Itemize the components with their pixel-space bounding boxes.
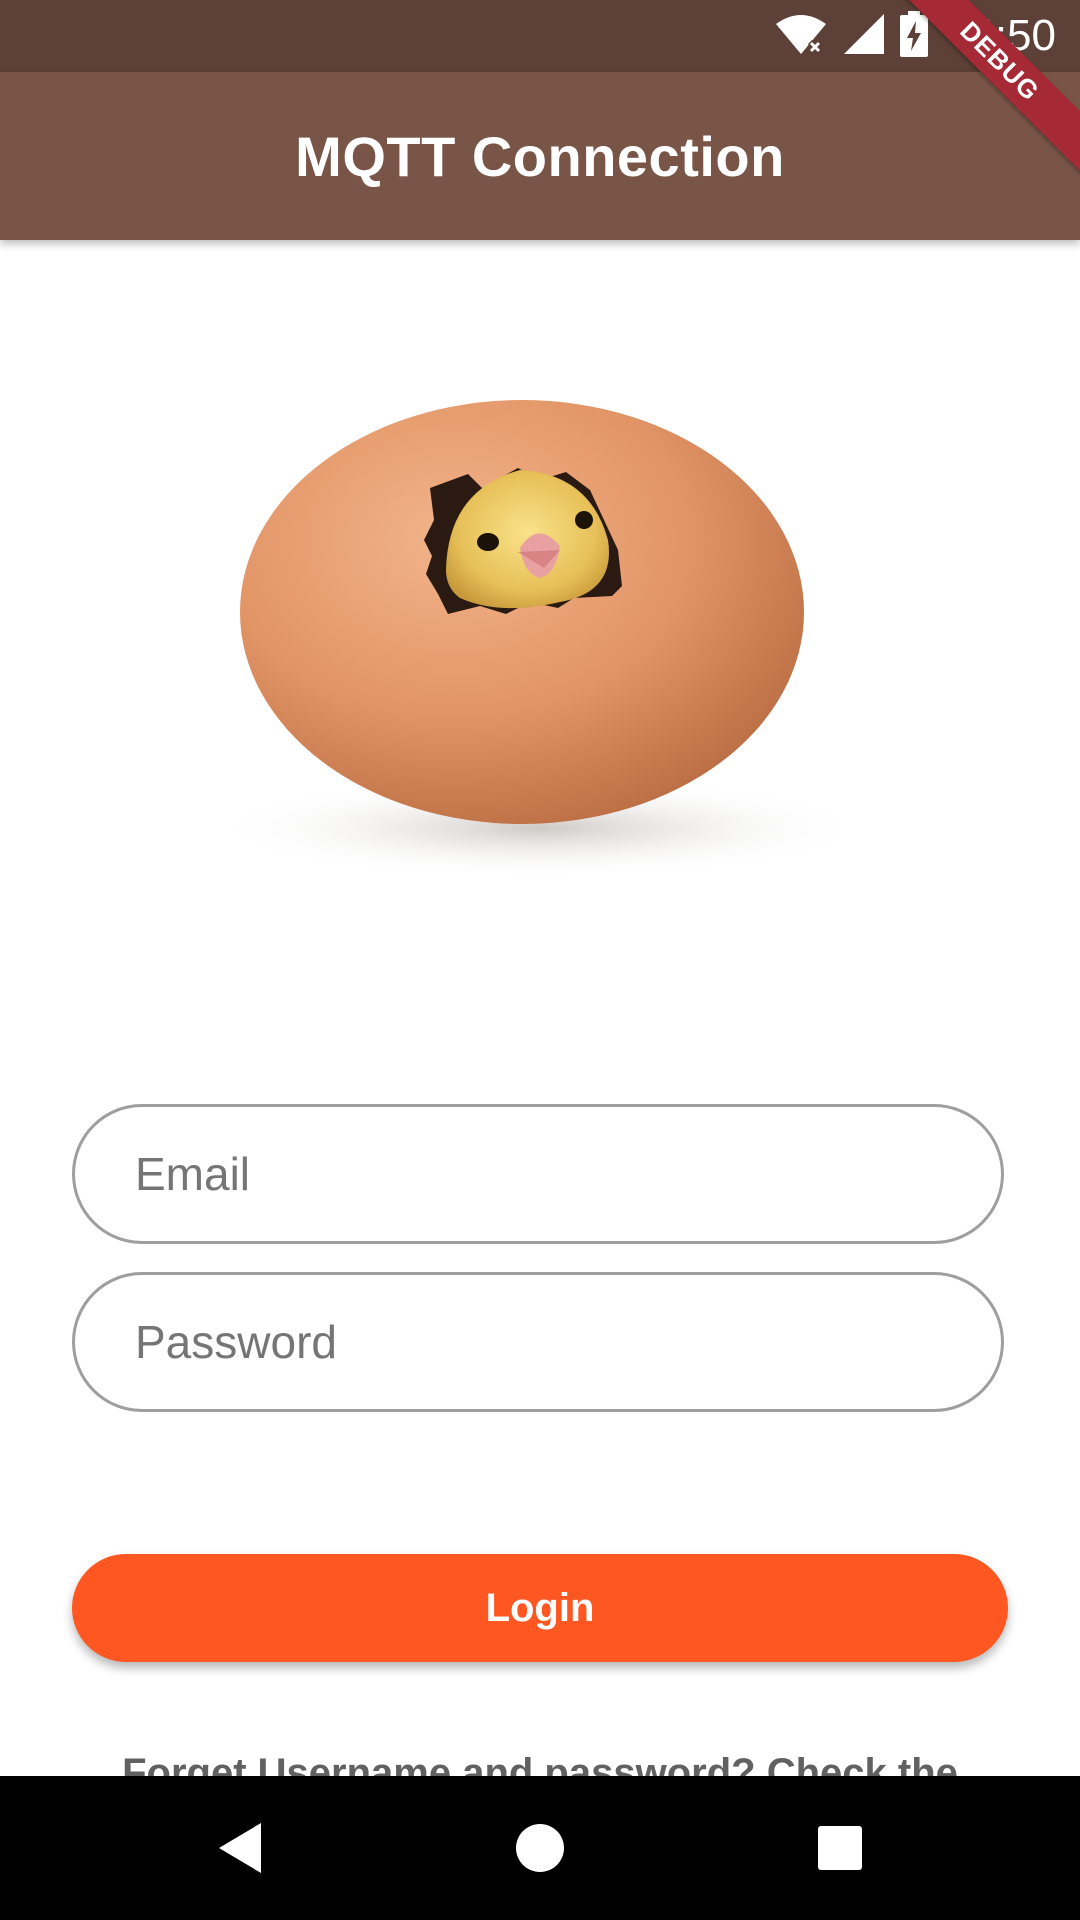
home-icon[interactable] [504, 1812, 576, 1884]
wifi-icon [774, 12, 828, 61]
email-field[interactable] [72, 1104, 1004, 1244]
login-button[interactable]: Login [72, 1554, 1008, 1662]
app-bar: MQTT Connection [0, 72, 1080, 240]
signal-icon [842, 12, 886, 61]
recents-icon[interactable] [804, 1812, 876, 1884]
password-input[interactable] [133, 1314, 1001, 1370]
battery-charging-icon [900, 10, 928, 62]
password-field[interactable] [72, 1272, 1004, 1412]
hero-image [120, 370, 960, 920]
status-bar: 4:50 [0, 0, 1080, 72]
back-icon[interactable] [204, 1812, 276, 1884]
page-title: MQTT Connection [295, 124, 785, 188]
email-input[interactable] [133, 1146, 1001, 1202]
navigation-bar [0, 1776, 1080, 1920]
status-icons [774, 10, 928, 62]
